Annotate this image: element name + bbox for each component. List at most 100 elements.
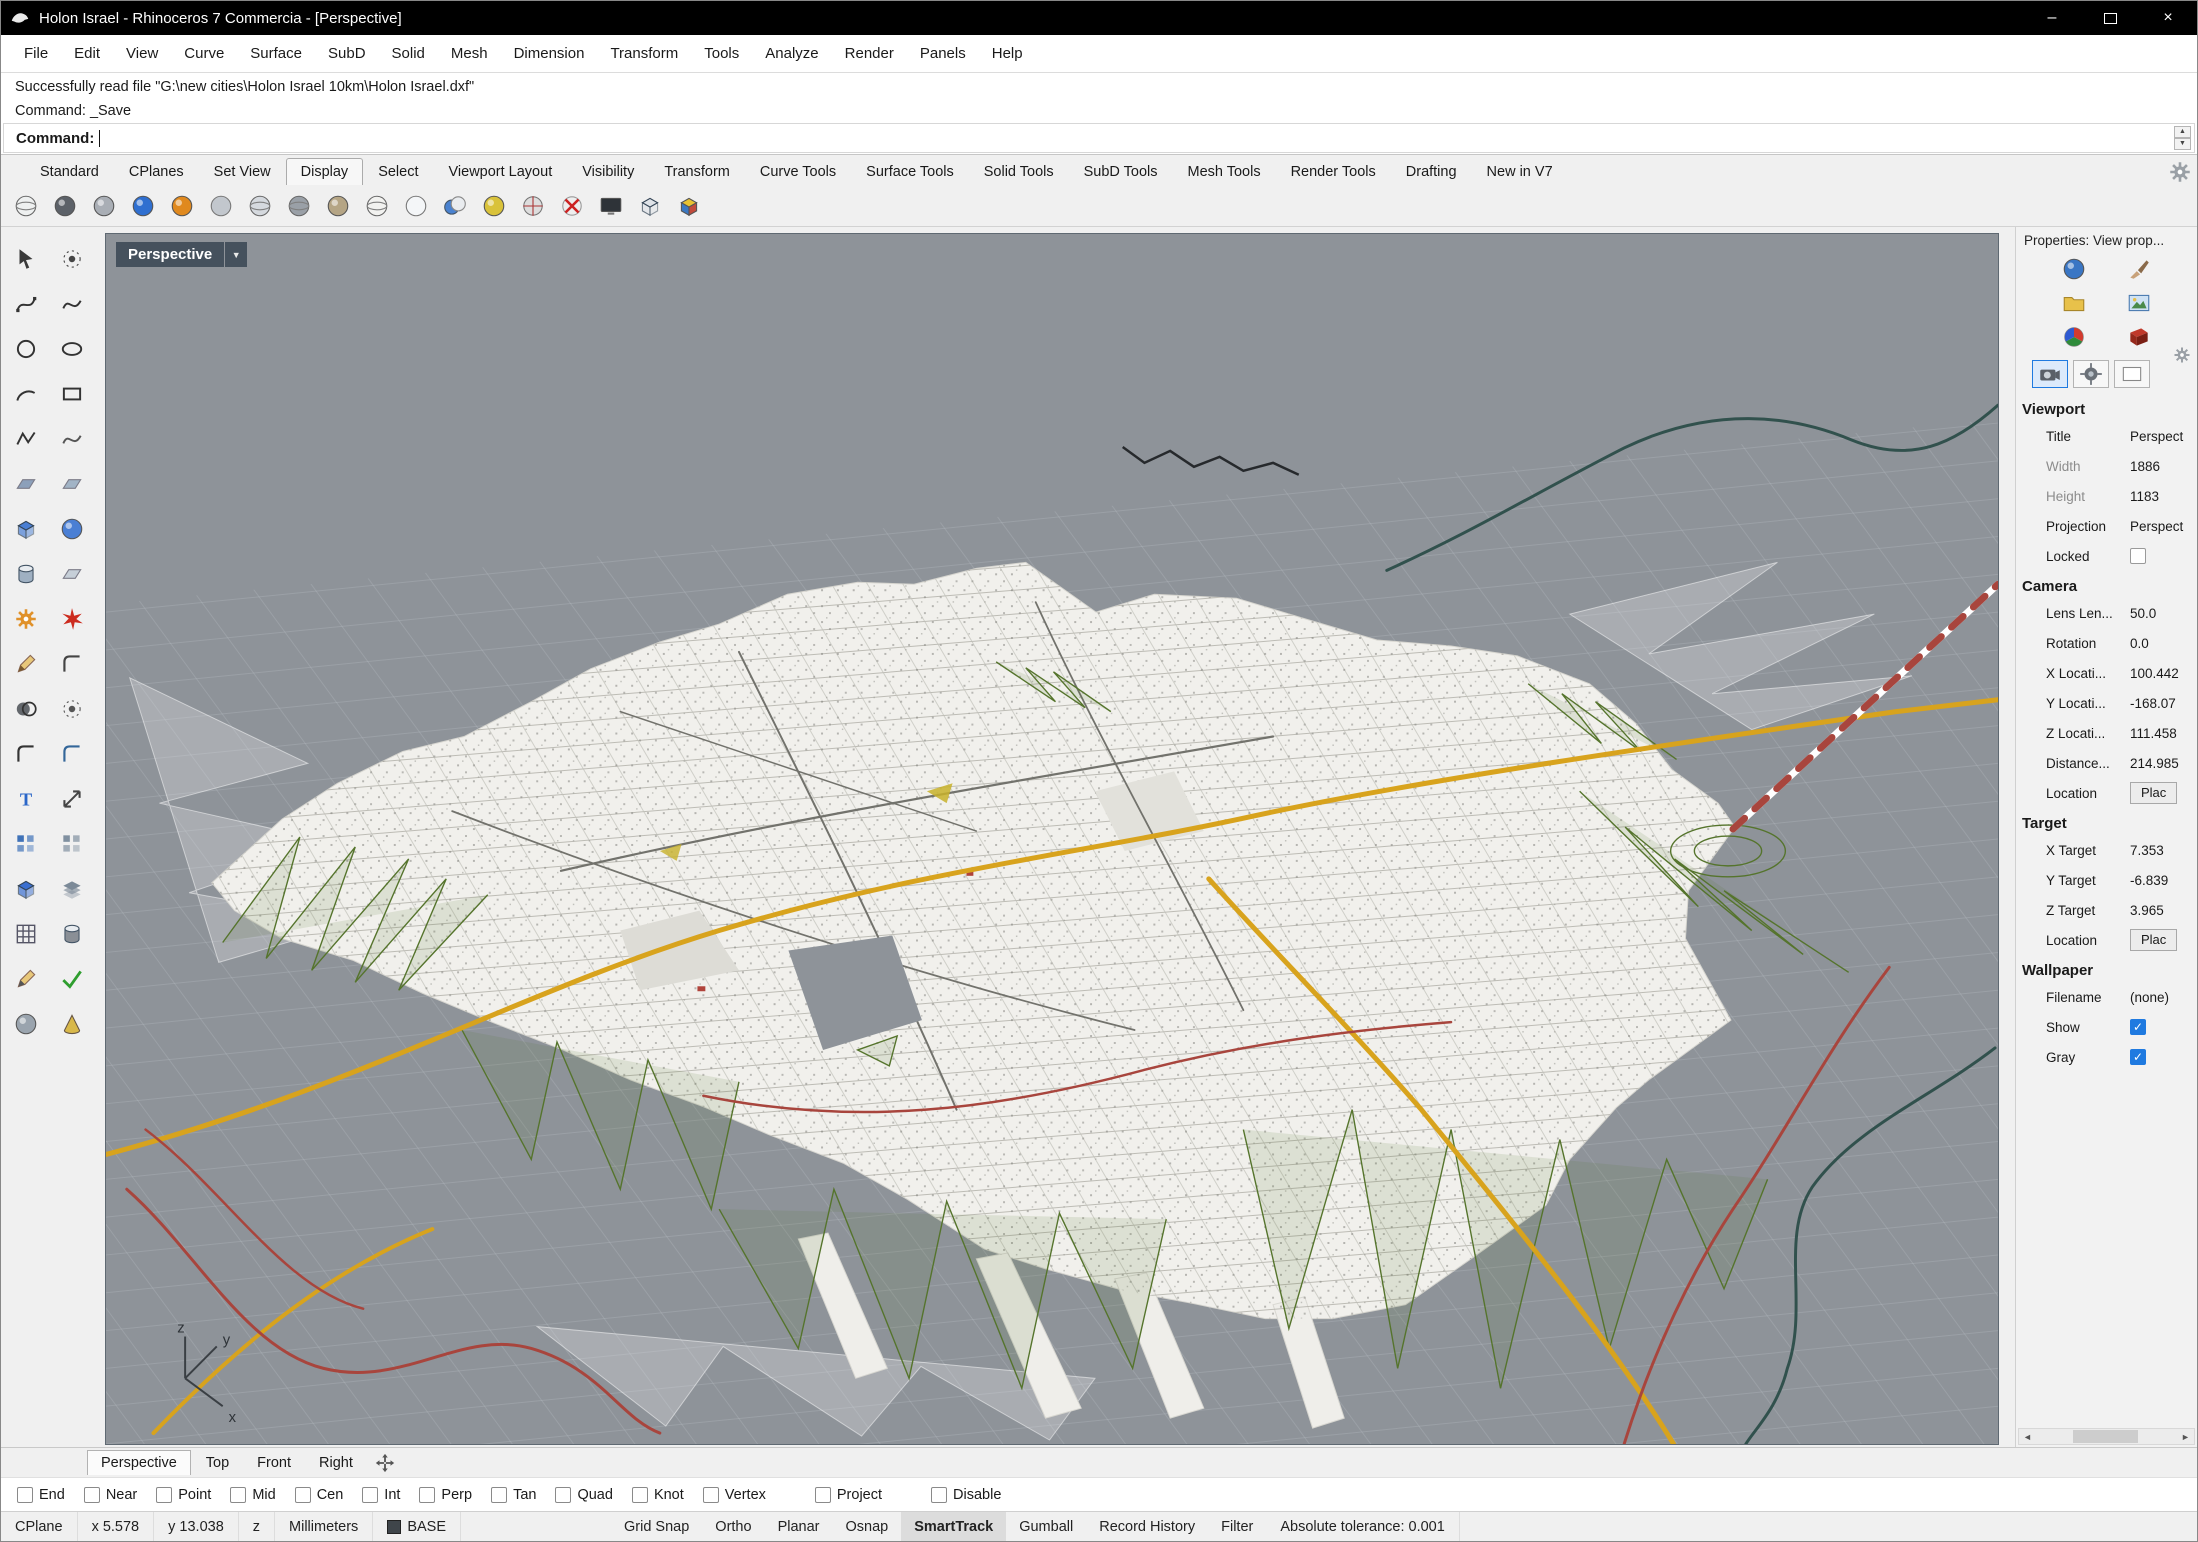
menu-panels[interactable]: Panels [907, 35, 979, 72]
text-tool-icon[interactable]: T [5, 781, 47, 817]
xray-display-icon[interactable] [243, 189, 277, 223]
panel-horizontal-scrollbar[interactable]: ◄ ► [2018, 1428, 2195, 1445]
tab-cplanes[interactable]: CPlanes [114, 158, 199, 185]
status-gumball[interactable]: Gumball [1006, 1512, 1086, 1541]
tab-solid-tools[interactable]: Solid Tools [969, 158, 1069, 185]
extrude-tool-icon[interactable] [51, 556, 93, 592]
tab-curve-tools[interactable]: Curve Tools [745, 158, 851, 185]
int-checkbox[interactable] [362, 1486, 379, 1503]
menu-view[interactable]: View [113, 35, 171, 72]
named-view-icon[interactable] [672, 189, 706, 223]
status-cplane[interactable]: CPlane [1, 1512, 78, 1541]
view-tab-top[interactable]: Top [193, 1451, 242, 1475]
copy-tool-icon[interactable] [51, 826, 93, 862]
tab-display[interactable]: Display [285, 158, 364, 185]
menu-edit[interactable]: Edit [61, 35, 113, 72]
status-y-13-038[interactable]: y 13.038 [154, 1512, 239, 1541]
quad-checkbox[interactable] [555, 1486, 572, 1503]
status-millimeters[interactable]: Millimeters [275, 1512, 374, 1541]
scale-tool-icon[interactable] [51, 781, 93, 817]
status-filter[interactable]: Filter [1208, 1512, 1266, 1541]
menu-tools[interactable]: Tools [691, 35, 752, 72]
gear-tool-icon[interactable] [5, 601, 47, 637]
arc-tool-icon[interactable] [5, 376, 47, 412]
osnap-knot[interactable]: Knot [631, 1486, 684, 1503]
folder-icon[interactable] [2061, 290, 2087, 316]
fillet-curve-tool-icon[interactable] [51, 736, 93, 772]
tab-render-tools[interactable]: Render Tools [1276, 158, 1391, 185]
freeform-curve-tool-icon[interactable] [51, 286, 93, 322]
view-tab-perspective[interactable]: Perspective [87, 1450, 191, 1475]
spinner-down-button[interactable]: ▼ [2174, 138, 2191, 150]
render-preview-display-icon[interactable] [477, 189, 511, 223]
menu-subd[interactable]: SubD [315, 35, 379, 72]
circle-tool-icon[interactable] [5, 331, 47, 367]
column-tool-icon[interactable] [51, 916, 93, 952]
status-absolute-tolerance-0-001[interactable]: Absolute tolerance: 0.001 [1266, 1512, 1460, 1541]
close-button[interactable]: × [2139, 1, 2197, 35]
panel-gear-icon[interactable] [2172, 345, 2192, 365]
backface-display-icon[interactable] [516, 189, 550, 223]
surface-plane-tool-icon[interactable] [5, 466, 47, 502]
layers-tool-icon[interactable] [51, 871, 93, 907]
surface-patch-tool-icon[interactable] [51, 466, 93, 502]
show-checkbox[interactable]: ✓ [2130, 1019, 2146, 1035]
locked-checkbox[interactable] [2130, 548, 2146, 564]
point-checkbox[interactable] [156, 1486, 173, 1503]
box-tool-icon[interactable] [5, 511, 47, 547]
point-tool-icon[interactable] [51, 241, 93, 277]
end-checkbox[interactable] [17, 1486, 33, 1503]
osnap-tan[interactable]: Tan [491, 1486, 536, 1503]
flat-shade-display-icon[interactable] [204, 189, 238, 223]
knot-checkbox[interactable] [631, 1486, 648, 1503]
menu-mesh[interactable]: Mesh [438, 35, 501, 72]
explode-tool-icon[interactable] [51, 601, 93, 637]
sun-display-icon[interactable] [165, 189, 199, 223]
photo-icon[interactable] [2126, 290, 2152, 316]
view-tab-front[interactable]: Front [244, 1451, 304, 1475]
menu-analyze[interactable]: Analyze [752, 35, 831, 72]
status-z[interactable]: z [239, 1512, 276, 1541]
paintbrush-icon[interactable] [2126, 256, 2152, 282]
spinner-up-button[interactable]: ▲ [2174, 126, 2191, 138]
menu-curve[interactable]: Curve [171, 35, 237, 72]
minimize-button[interactable]: – [2023, 1, 2081, 35]
menu-help[interactable]: Help [979, 35, 1036, 72]
osnap-point[interactable]: Point [156, 1486, 211, 1503]
osnap-mid[interactable]: Mid [230, 1486, 276, 1503]
cylinder-tool-icon[interactable] [5, 556, 47, 592]
location-button[interactable]: Plac [2130, 929, 2178, 951]
tab-viewport-layout[interactable]: Viewport Layout [434, 158, 568, 185]
control-point-curve-tool-icon[interactable] [5, 286, 47, 322]
edit-tool-icon[interactable] [5, 646, 47, 682]
disable-checkbox[interactable] [931, 1486, 948, 1503]
display-color-icon[interactable] [2061, 324, 2087, 350]
status-ortho[interactable]: Ortho [702, 1512, 764, 1541]
rendered-display-icon[interactable] [126, 189, 160, 223]
tab-subd-tools[interactable]: SubD Tools [1069, 158, 1173, 185]
project-checkbox[interactable] [814, 1486, 831, 1503]
boolean-tool-icon[interactable] [5, 691, 47, 727]
select-tool-icon[interactable] [5, 241, 47, 277]
orbit-tool-icon[interactable] [5, 1006, 47, 1042]
camera-properties-button[interactable] [2032, 360, 2068, 388]
tab-mesh-tools[interactable]: Mesh Tools [1173, 158, 1276, 185]
menu-surface[interactable]: Surface [237, 35, 315, 72]
menu-transform[interactable]: Transform [597, 35, 691, 72]
wire-box-display-icon[interactable] [633, 189, 667, 223]
polyline-tool-icon[interactable] [5, 421, 47, 457]
location-button[interactable]: Plac [2130, 782, 2178, 804]
tab-new-in-v7[interactable]: New in V7 [1472, 158, 1568, 185]
toolbar-gear-icon[interactable] [2167, 159, 2190, 182]
status-x-5-578[interactable]: x 5.578 [78, 1512, 155, 1541]
viewport-title[interactable]: Perspective [116, 242, 225, 267]
ellipse-tool-icon[interactable] [51, 331, 93, 367]
lens-properties-button[interactable] [2073, 360, 2109, 388]
grid-snap-tool-icon[interactable] [5, 916, 47, 952]
gumball-tool-icon[interactable] [5, 871, 47, 907]
osnap-perp[interactable]: Perp [419, 1486, 472, 1503]
tab-visibility[interactable]: Visibility [567, 158, 649, 185]
sphere-tool-icon[interactable] [51, 511, 93, 547]
object-properties-icon[interactable] [2061, 256, 2087, 282]
menu-file[interactable]: File [11, 35, 61, 72]
